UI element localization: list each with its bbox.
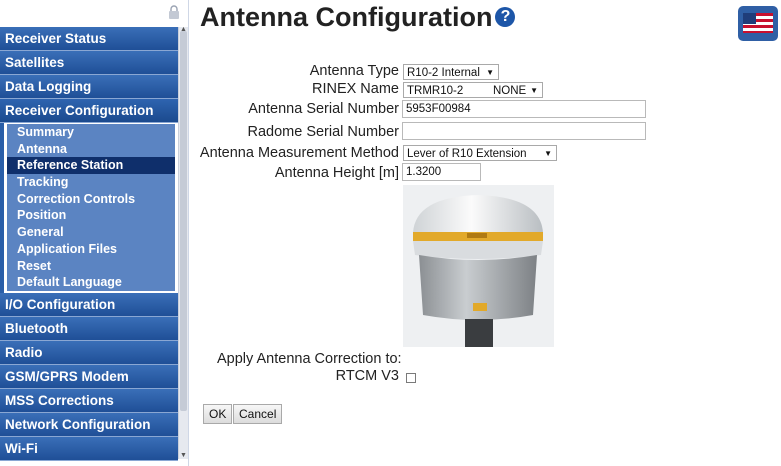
ok-button[interactable]: OK [203,404,233,424]
sidebar-item-satellites[interactable]: Satellites [0,51,178,75]
sidebar-item-wi-fi[interactable]: Wi-Fi [0,436,178,461]
antenna-illustration [403,185,554,347]
antenna-type-select[interactable]: R10-2 Internal ▼ [403,64,499,80]
radome-serial-label: Radome Serial Number [247,124,399,140]
measurement-method-value: Lever of R10 Extension [407,148,527,160]
antenna-height-input[interactable]: 1.3200 [402,163,481,181]
rtcm-v3-label: RTCM V3 [335,368,399,384]
flag-canton [743,13,756,24]
sidebar-item-mss-corrections[interactable]: MSS Corrections [0,388,178,413]
rinex-name-value: TRMR10-2 [407,85,464,97]
sidebar-item-data-logging[interactable]: Data Logging [0,75,178,99]
chevron-down-icon: ▼ [544,149,552,158]
flag-stripes [743,13,773,33]
scrollbar-thumb[interactable] [180,31,187,411]
antenna-type-value: R10-2 Internal [407,67,480,79]
submenu-item-reset[interactable]: Reset [7,257,175,275]
antenna-height-label: Antenna Height [m] [274,165,399,181]
sidebar-item-radio[interactable]: Radio [0,340,178,365]
sidebar-scrollbar[interactable]: ▲ ▼ [178,26,188,459]
rinex-name-label: RINEX Name [311,81,399,97]
sidebar-item-gsm-gprs-modem[interactable]: GSM/GPRS Modem [0,364,178,389]
rtcm-v3-checkbox[interactable] [406,373,416,383]
antenna-type-label: Antenna Type [309,63,399,79]
page-title-text: Antenna Configuration [200,2,493,32]
apply-correction-label: Apply Antenna Correction to: [217,351,402,367]
cancel-button[interactable]: Cancel [233,404,283,424]
submenu-item-summary[interactable]: Summary [7,124,175,141]
chevron-down-icon: ▼ [486,68,494,77]
radome-serial-input[interactable] [402,122,646,140]
submenu-item-tracking[interactable]: Tracking [7,174,175,191]
help-icon[interactable]: ? [495,7,516,27]
sidebar-header [0,0,188,27]
antenna-serial-label: Antenna Serial Number [248,101,399,117]
sidebar-item-receiver-configuration[interactable]: Receiver Configuration [0,99,178,123]
antenna-image [403,185,554,347]
submenu-item-default-language[interactable]: Default Language [7,274,175,291]
page-title: Antenna Configuration? [200,2,516,33]
sidebar: Receiver Status Satellites Data Logging … [0,0,189,466]
scroll-down-icon[interactable]: ▼ [180,452,187,459]
sidebar-item-receiver-status[interactable]: Receiver Status [0,27,178,51]
measurement-method-select[interactable]: Lever of R10 Extension ▼ [403,145,557,161]
sidebar-item-network-configuration[interactable]: Network Configuration [0,412,178,437]
submenu-item-position[interactable]: Position [7,207,175,225]
submenu-item-antenna[interactable]: Antenna [7,140,175,158]
antenna-serial-input[interactable]: 5953F00984 [402,100,646,118]
rinex-radome-value: NONE [493,85,527,97]
us-flag-language-icon[interactable] [738,6,778,41]
submenu-item-general[interactable]: General [7,224,175,241]
rinex-name-select[interactable]: TRMR10-2 NONE ▼ [403,82,543,98]
submenu-item-correction-controls[interactable]: Correction Controls [7,190,175,208]
chevron-down-icon: ▼ [530,86,538,95]
receiver-configuration-submenu: Summary Antenna Reference Station Tracki… [0,123,178,293]
lock-icon [169,5,179,19]
measurement-method-label: Antenna Measurement Method [199,145,399,161]
sidebar-item-bluetooth[interactable]: Bluetooth [0,316,178,341]
sidebar-menu: Receiver Status Satellites Data Logging … [0,27,178,461]
submenu-item-reference-station[interactable]: Reference Station [7,157,175,175]
sidebar-item-io-configuration[interactable]: I/O Configuration [0,292,178,317]
submenu-item-application-files[interactable]: Application Files [7,240,175,258]
